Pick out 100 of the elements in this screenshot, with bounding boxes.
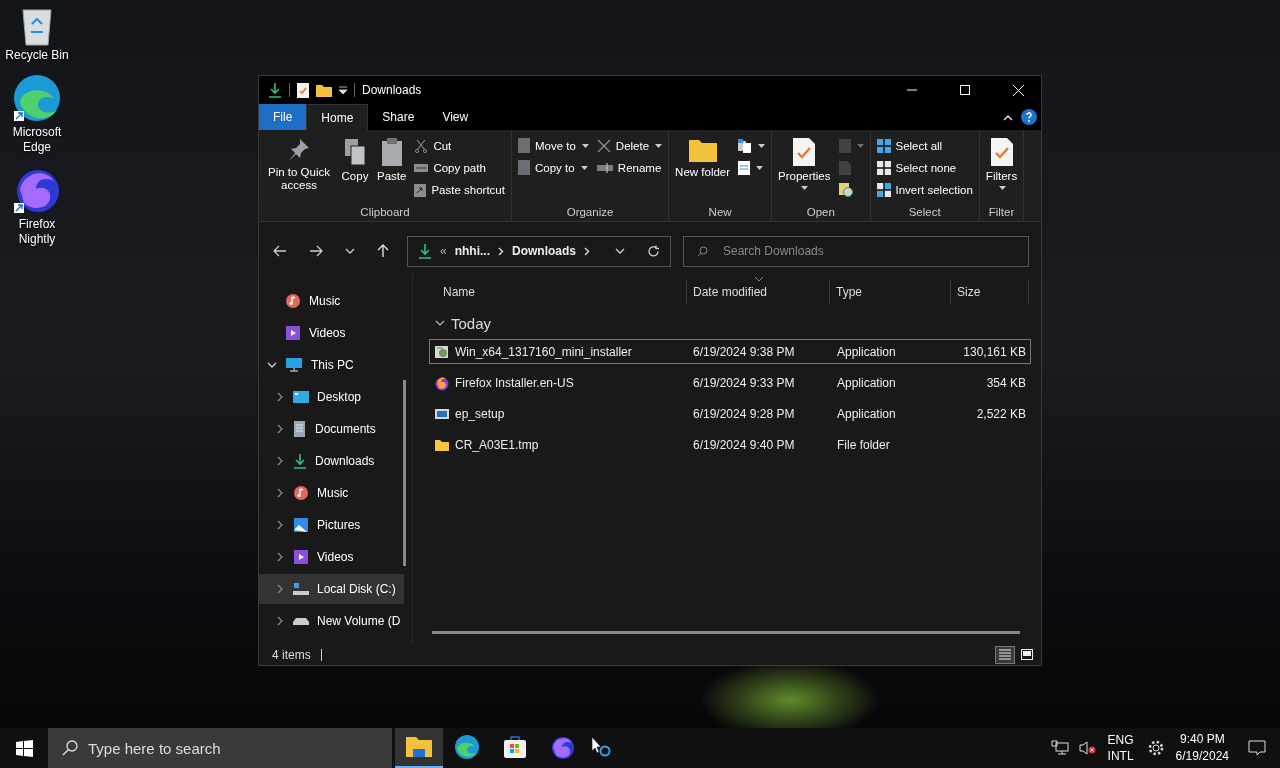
group-header[interactable]: Today xyxy=(429,308,1031,338)
ribbon-button[interactable]: Select all xyxy=(873,135,976,156)
caret-icon xyxy=(801,186,809,190)
ribbon-tab[interactable]: File xyxy=(259,104,307,130)
caret-icon xyxy=(580,165,588,170)
input-language-indicator[interactable]: ENG INTL xyxy=(1107,732,1134,764)
ribbon-button[interactable]: Copy path xyxy=(411,157,508,178)
drive-icon xyxy=(293,617,309,625)
ribbon-button[interactable]: Move to xyxy=(514,135,592,156)
ribbon-button[interactable]: Delete xyxy=(593,135,666,156)
sidebar-item[interactable]: Desktop xyxy=(259,382,404,412)
network-icon[interactable] xyxy=(1050,740,1069,756)
sidebar-item[interactable]: This PC xyxy=(259,350,404,380)
desktop-shortcut[interactable]: Firefox Nightly xyxy=(0,165,74,247)
ribbon-group-label: New xyxy=(708,206,732,219)
copy-icon xyxy=(343,137,367,167)
up-arrow-icon[interactable] xyxy=(377,244,389,258)
file-row[interactable]: ep_setup 6/19/2024 9:28 PM Application 2,522 KB xyxy=(429,401,1031,426)
sidebar-item[interactable]: Videos xyxy=(259,542,404,572)
ribbon-button[interactable]: Paste xyxy=(374,133,410,206)
breadcrumb-item[interactable]: nhhi... xyxy=(454,244,490,258)
ribbon-button[interactable]: Properties xyxy=(775,133,834,206)
chevron-down-icon[interactable] xyxy=(345,248,355,254)
scissors-icon xyxy=(414,138,429,153)
sidebar-item[interactable]: Local Disk (C:) xyxy=(259,574,404,604)
folder-icon[interactable] xyxy=(316,83,332,97)
ribbon-button[interactable]: Copy xyxy=(338,133,372,206)
column-header[interactable]: Date modified xyxy=(687,279,830,305)
file-row[interactable]: Firefox Installer.en-US 6/19/2024 9:33 PM Application 354 KB xyxy=(429,370,1031,395)
desktop-shortcut[interactable]: Recycle Bin xyxy=(0,6,74,63)
taskbar-search-field[interactable]: Type here to search xyxy=(48,728,392,768)
ribbon-button[interactable]: Invert selection xyxy=(873,179,976,200)
path-icon xyxy=(414,161,429,174)
collapse-ribbon-icon[interactable] xyxy=(1003,113,1013,121)
sidebar-item[interactable]: New Volume (D xyxy=(259,606,404,636)
taskbar-app-button[interactable] xyxy=(395,728,443,768)
gear-icon[interactable] xyxy=(1146,739,1165,757)
caret-icon xyxy=(756,165,764,170)
refresh-icon[interactable] xyxy=(647,244,660,258)
chevron-down-icon[interactable] xyxy=(267,360,277,370)
ribbon-button[interactable]: Copy to xyxy=(514,157,592,178)
table-cell-text: 6/19/2024 9:28 PM xyxy=(692,406,796,421)
rename-icon xyxy=(596,162,613,173)
details-view-button[interactable] xyxy=(995,645,1015,664)
back-arrow-icon[interactable] xyxy=(273,245,287,257)
column-header[interactable]: Name xyxy=(429,279,687,305)
scrollbar-thumb[interactable] xyxy=(432,631,1020,634)
ribbon-button[interactable]: Select none xyxy=(873,157,976,178)
file-row[interactable]: Win_x64_1317160_mini_installer 6/19/2024 9:38 PM Application 130,161 KB xyxy=(429,339,1031,364)
desktop-shortcut[interactable]: Microsoft Edge xyxy=(0,73,74,155)
shortcut-label: Microsoft Edge xyxy=(11,125,63,155)
grid-icon xyxy=(876,160,891,175)
column-header[interactable]: Type xyxy=(830,279,951,305)
chevron-right-icon[interactable] xyxy=(584,246,591,256)
shopping-bag-icon xyxy=(503,735,527,759)
new-item-icon xyxy=(738,138,753,153)
clock[interactable]: 9:40 PM 6/19/2024 xyxy=(1175,731,1229,765)
sidebar-item[interactable]: Music xyxy=(259,286,404,316)
chevron-right-icon[interactable] xyxy=(498,246,504,256)
sidebar-item[interactable]: Music xyxy=(259,478,404,508)
drive-icon xyxy=(293,582,309,596)
folder-icon xyxy=(406,736,432,758)
ribbon-tab[interactable]: Home xyxy=(306,104,369,130)
sidebar-item[interactable]: Documents xyxy=(259,414,404,444)
document-icon xyxy=(293,421,307,437)
table-cell-text: Application xyxy=(836,344,897,359)
file-name: Firefox Installer.en-US xyxy=(430,374,688,391)
scrollbar-thumb[interactable] xyxy=(403,380,406,566)
sidebar-item[interactable]: Pictures xyxy=(259,510,404,540)
help-icon[interactable] xyxy=(1021,109,1037,125)
checklist-icon[interactable] xyxy=(297,82,309,98)
list-icon xyxy=(999,649,1011,660)
document-icon xyxy=(517,160,530,175)
overflow-marker[interactable]: « xyxy=(440,244,447,258)
forward-arrow-icon[interactable] xyxy=(309,245,323,257)
delete-icon xyxy=(596,138,611,153)
ribbon-button[interactable]: Paste shortcut xyxy=(411,179,508,200)
search-field[interactable]: Search Downloads xyxy=(683,235,1029,267)
ribbon-button[interactable]: Cut xyxy=(411,135,508,156)
address-bar[interactable]: « nhhi... Downloads xyxy=(407,235,671,267)
ribbon-button[interactable]: New folder xyxy=(672,133,734,206)
table-cell-text: 130,161 KB xyxy=(962,344,1027,359)
recycle-bin-icon xyxy=(20,6,54,46)
muted-speaker-icon[interactable] xyxy=(1078,740,1097,756)
table-cell-text: 2,522 KB xyxy=(975,406,1027,421)
music-icon xyxy=(285,293,301,309)
breadcrumb-item[interactable]: Downloads xyxy=(512,244,577,258)
sidebar-item[interactable]: Downloads xyxy=(259,446,404,476)
notifications-icon[interactable] xyxy=(1248,740,1266,756)
ribbon-button[interactable]: Pin to Quick access xyxy=(262,133,336,206)
ribbon-button[interactable]: Rename xyxy=(593,157,666,178)
chevron-down-icon[interactable] xyxy=(615,248,625,254)
column-header[interactable]: Size xyxy=(951,279,1029,305)
sidebar-item[interactable]: Videos xyxy=(259,318,404,348)
file-row[interactable]: CR_A03E1.tmp 6/19/2024 9:40 PM File folder xyxy=(429,432,1031,457)
swirl-logo-icon xyxy=(454,734,480,760)
ribbon-tab[interactable]: View xyxy=(428,104,483,130)
ribbon-tab[interactable]: Share xyxy=(368,104,429,130)
caret-icon[interactable] xyxy=(339,86,347,94)
ribbon-button[interactable]: Filters xyxy=(982,133,1021,206)
